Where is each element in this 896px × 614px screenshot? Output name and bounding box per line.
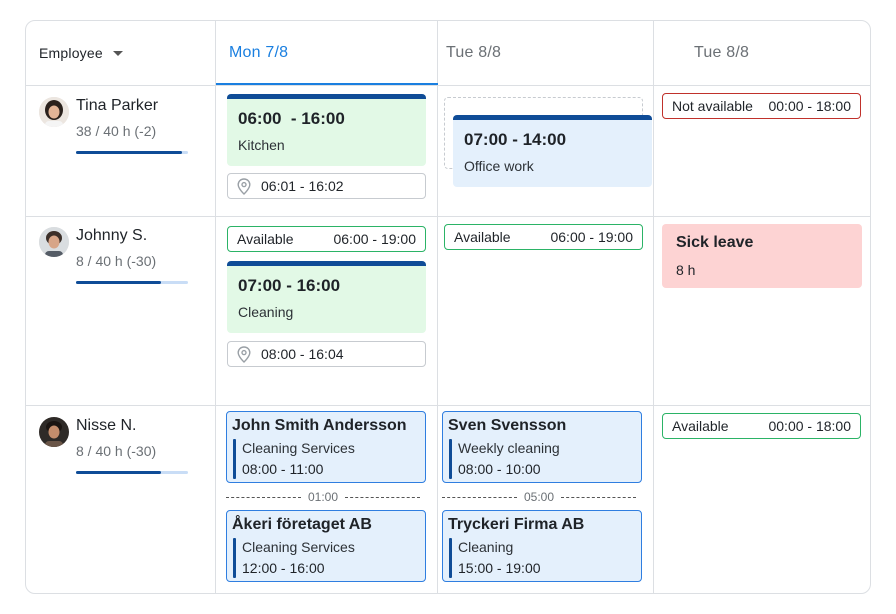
- clock-in-time: 06:01 - 16:02: [261, 178, 344, 194]
- employee-hours: 8 / 40 h (-30): [76, 253, 157, 269]
- available-badge[interactable]: Available 00:00 - 18:00: [662, 413, 861, 439]
- job-service: Weekly cleaning: [458, 440, 560, 456]
- clock-in-record[interactable]: 06:01 - 16:02: [227, 173, 426, 199]
- travel-gap: 05:00: [442, 490, 636, 504]
- shift-label: Kitchen: [238, 137, 285, 153]
- clock-in-time: 08:00 - 16:04: [261, 346, 344, 362]
- job-time: 12:00 - 16:00: [242, 560, 325, 576]
- shift-card-cleaning[interactable]: 07:00 - 16:00 Cleaning: [227, 261, 426, 333]
- job-color-bar: [233, 439, 236, 479]
- job-card[interactable]: Tryckeri Firma AB Cleaning 15:00 - 19:00: [442, 510, 642, 582]
- job-card[interactable]: Åkeri företaget AB Cleaning Services 12:…: [226, 510, 426, 582]
- job-client: Åkeri företaget AB: [232, 516, 372, 533]
- job-color-bar: [233, 538, 236, 578]
- hours-progress-fill: [76, 281, 162, 284]
- employee-hours: 38 / 40 h (-2): [76, 123, 157, 139]
- employee-hours: 8 / 40 h (-30): [76, 443, 157, 459]
- job-service: Cleaning: [458, 539, 514, 555]
- shift-label: Cleaning: [238, 304, 294, 320]
- job-card[interactable]: Sven Svensson Weekly cleaning 08:00 - 10…: [442, 411, 642, 483]
- avatar: [39, 417, 69, 447]
- day-header-tue-2[interactable]: Tue 8/8: [694, 21, 749, 85]
- employee-sort-header[interactable]: Employee: [39, 21, 123, 85]
- availability-label: Available: [672, 418, 729, 434]
- caret-down-icon: [112, 50, 123, 56]
- hours-progress-fill: [76, 151, 183, 154]
- employee-header-label: Employee: [39, 45, 103, 61]
- clock-in-record[interactable]: 08:00 - 16:04: [227, 341, 426, 367]
- shift-time: 06:00 - 16:00: [238, 109, 345, 128]
- location-pin-icon: [237, 345, 251, 363]
- gap-line: [226, 496, 301, 498]
- job-client: Sven Svensson: [448, 417, 567, 434]
- gap-line: [442, 496, 517, 498]
- shift-time: 07:00 - 14:00: [464, 130, 567, 149]
- job-time: 08:00 - 10:00: [458, 461, 541, 477]
- travel-gap: 01:00: [226, 490, 420, 504]
- gap-line: [561, 496, 636, 498]
- column-divider: [215, 21, 216, 593]
- job-color-bar: [449, 439, 452, 479]
- job-client: Tryckeri Firma AB: [448, 516, 585, 533]
- availability-label: Not available: [672, 98, 753, 114]
- sick-leave-hours: 8 h: [676, 262, 696, 278]
- job-client: John Smith Andersson: [232, 417, 407, 434]
- avatar: [39, 97, 69, 127]
- hours-progress-bar: [76, 151, 188, 154]
- employee-name: Tina Parker: [76, 97, 159, 114]
- day-header-tue[interactable]: Tue 8/8: [446, 21, 501, 85]
- sick-leave-card[interactable]: Sick leave 8 h: [662, 224, 862, 288]
- availability-label: Available: [237, 231, 294, 247]
- gap-duration: 05:00: [523, 490, 555, 504]
- employee-name: Johnny S.: [76, 227, 148, 244]
- active-day-indicator: [216, 83, 438, 85]
- shift-color-bar: [453, 115, 652, 120]
- hours-progress-bar: [76, 281, 188, 284]
- job-service: Cleaning Services: [242, 539, 355, 555]
- schedule-grid: Employee Mon 7/8 Tue 8/8 Tue 8/8 Tina Pa…: [25, 20, 871, 594]
- row-divider: [26, 216, 870, 217]
- column-divider: [437, 21, 438, 593]
- gap-duration: 01:00: [307, 490, 339, 504]
- job-card[interactable]: John Smith Andersson Cleaning Services 0…: [226, 411, 426, 483]
- shift-color-bar: [227, 94, 426, 99]
- availability-time: 00:00 - 18:00: [768, 418, 851, 434]
- shift-time: 07:00 - 16:00: [238, 276, 341, 295]
- availability-time: 06:00 - 19:00: [333, 231, 416, 247]
- sick-leave-title: Sick leave: [676, 234, 754, 251]
- not-available-badge[interactable]: Not available 00:00 - 18:00: [662, 93, 861, 119]
- availability-label: Available: [454, 229, 511, 245]
- available-badge[interactable]: Available 06:00 - 19:00: [444, 224, 643, 250]
- job-color-bar: [449, 538, 452, 578]
- availability-time: 06:00 - 19:00: [550, 229, 633, 245]
- avatar: [39, 227, 69, 257]
- job-service: Cleaning Services: [242, 440, 355, 456]
- column-divider: [653, 21, 654, 593]
- shift-card-office-work[interactable]: 07:00 - 14:00 Office work: [453, 115, 652, 187]
- shift-label: Office work: [464, 158, 534, 174]
- available-badge[interactable]: Available 06:00 - 19:00: [227, 226, 426, 252]
- gap-line: [345, 496, 420, 498]
- hours-progress-fill: [76, 471, 162, 474]
- day-header-mon[interactable]: Mon 7/8: [229, 21, 288, 85]
- row-divider: [26, 85, 870, 86]
- job-time: 08:00 - 11:00: [242, 461, 324, 477]
- location-pin-icon: [237, 177, 251, 195]
- shift-card-kitchen[interactable]: 06:00 - 16:00 Kitchen: [227, 94, 426, 166]
- hours-progress-bar: [76, 471, 188, 474]
- job-time: 15:00 - 19:00: [458, 560, 541, 576]
- employee-name: Nisse N.: [76, 417, 137, 434]
- shift-color-bar: [227, 261, 426, 266]
- availability-time: 00:00 - 18:00: [768, 98, 851, 114]
- row-divider: [26, 405, 870, 406]
